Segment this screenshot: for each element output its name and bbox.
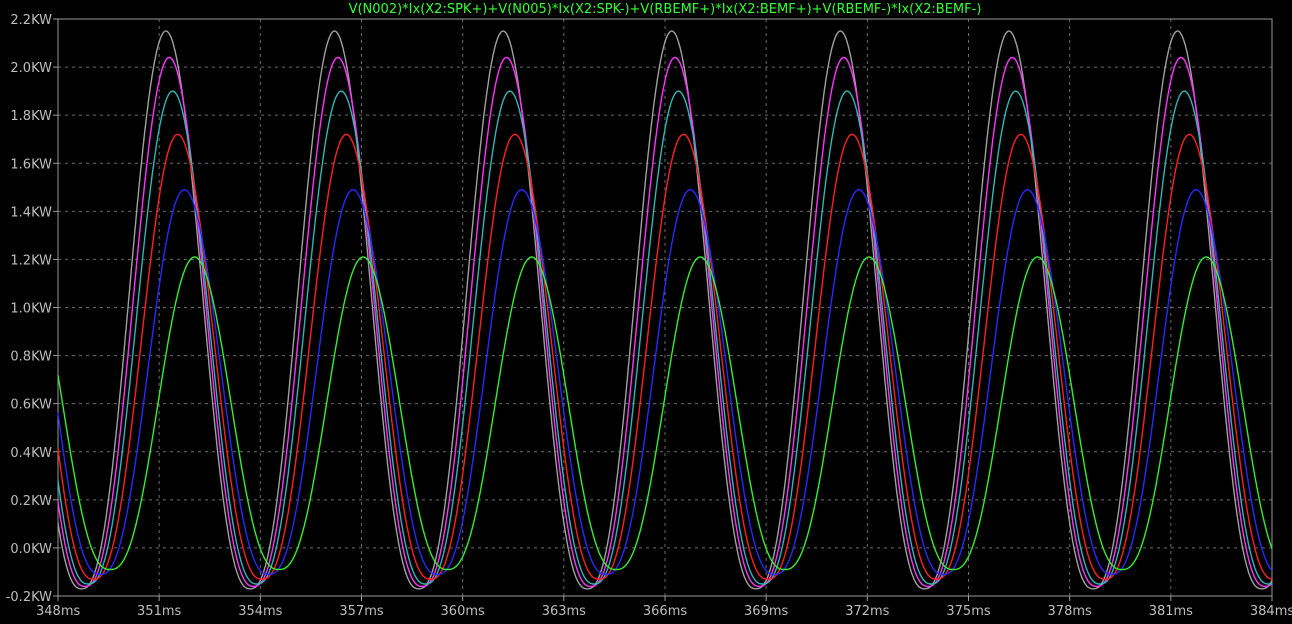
x-tick-label: 378ms [1048,604,1092,619]
x-tick-label: 351ms [137,604,181,619]
y-tick-label: 0.4KW [10,446,52,461]
y-tick-label: 2.2KW [10,13,52,28]
grid-lines [58,19,1272,596]
x-tick-label: 375ms [946,604,990,619]
y-tick-label: 0.8KW [10,350,52,365]
x-axis[interactable]: 348ms 351ms 354ms 357ms 360ms 363ms 366ms 369ms… [36,596,1292,619]
y-tick-label: 1.8KW [10,109,52,124]
x-tick-label: 384ms [1250,604,1292,619]
x-tick-label: 372ms [845,604,889,619]
y-tick-label: 1.4KW [10,205,52,220]
y-tick-label: -0.2KW [6,590,52,605]
x-tick-label: 369ms [744,604,788,619]
y-tick-label: 1.6KW [10,157,52,172]
y-tick-label: 0.0KW [10,542,52,557]
y-tick-label: 0.6KW [10,398,52,413]
x-tick-label: 360ms [441,604,485,619]
trace-expression-title[interactable]: V(N002)*Ix(X2:SPK+)+V(N005)*Ix(X2:SPK-)+… [349,2,982,17]
x-tick-label: 381ms [1149,604,1193,619]
x-tick-label: 357ms [339,604,383,619]
y-tick-label: 0.2KW [10,494,52,509]
y-tick-label: 1.0KW [10,302,52,317]
x-tick-label: 354ms [238,604,282,619]
x-tick-label: 348ms [36,604,80,619]
y-tick-label: 2.0KW [10,61,52,76]
waveform-plot[interactable]: V(N002)*Ix(X2:SPK+)+V(N005)*Ix(X2:SPK-)+… [0,0,1292,620]
x-tick-label: 363ms [542,604,586,619]
plot-window: V(N002)*Ix(X2:SPK+)+V(N005)*Ix(X2:SPK-)+… [0,0,1292,620]
x-tick-label: 366ms [643,604,687,619]
y-axis[interactable]: 2.2KW 2.0KW 1.8KW 1.6KW 1.4KW 1.2KW 1.0KW 0.8KW… [6,13,58,605]
y-tick-label: 1.2KW [10,253,52,268]
